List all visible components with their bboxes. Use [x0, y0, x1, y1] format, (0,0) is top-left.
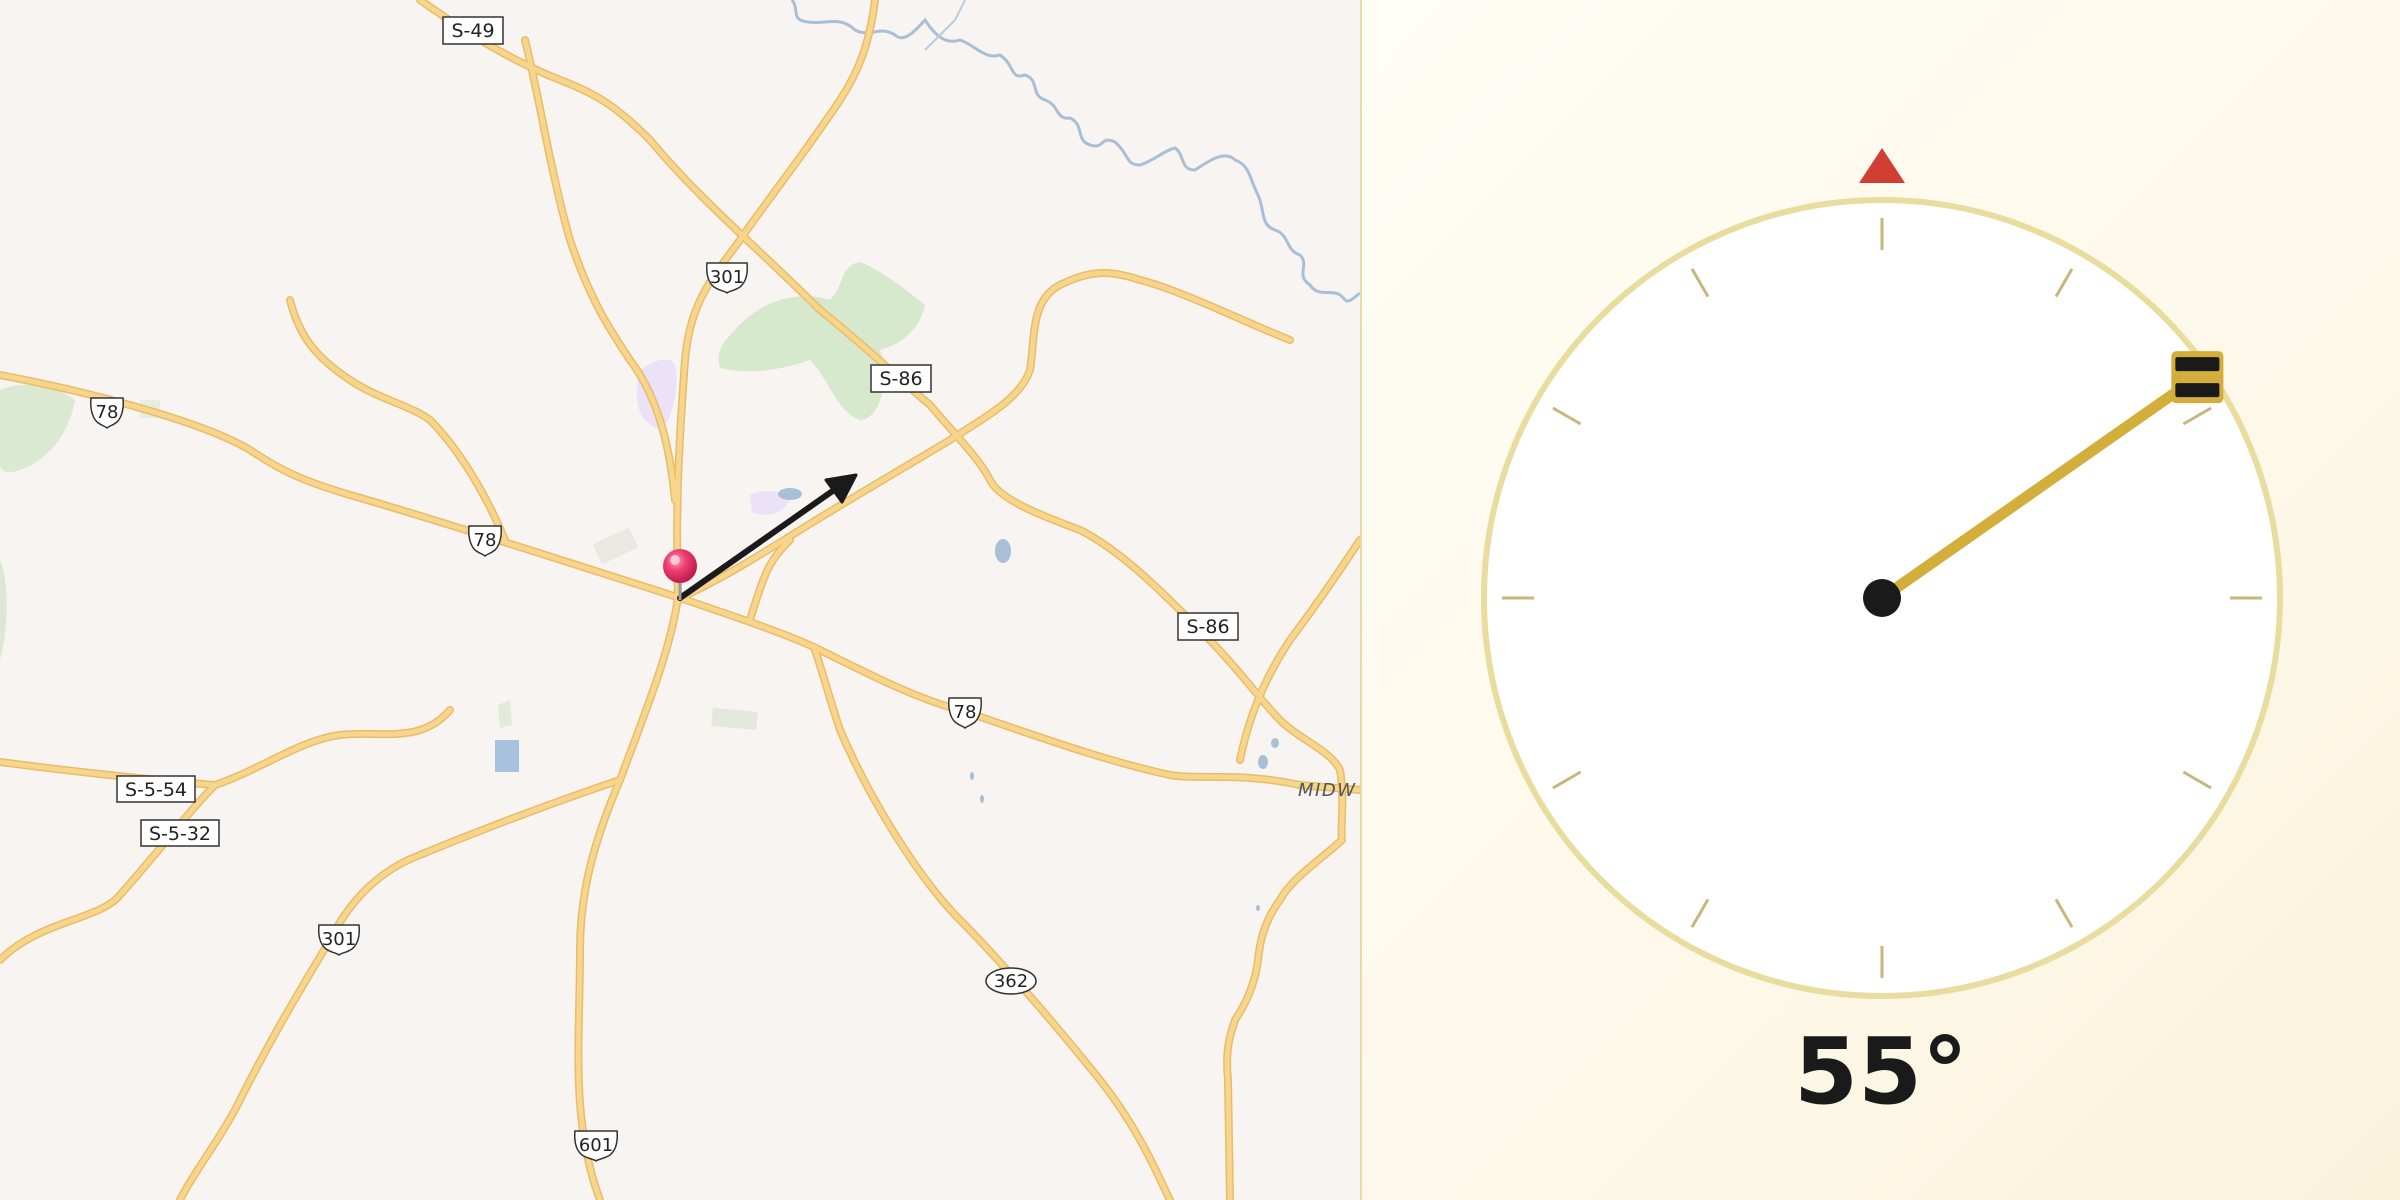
- route-label-text: S-49: [451, 20, 494, 42]
- route-label-text: 78: [954, 702, 977, 723]
- water-features: [778, 488, 1279, 911]
- route-label-text: 78: [96, 402, 119, 423]
- north-triangle-icon: [1859, 148, 1905, 183]
- building-area: [711, 708, 758, 730]
- route-label-text: 301: [322, 929, 356, 950]
- pond: [980, 795, 984, 803]
- stream: [924, 0, 966, 51]
- building-area: [592, 527, 639, 565]
- river: [790, 0, 1360, 303]
- route-labels: S-49 S-86 S-86 S-5-54 S-5-32 301 78 78 7…: [90, 16, 1357, 1163]
- pond: [1258, 755, 1268, 769]
- pond: [970, 772, 974, 780]
- building-area: [495, 740, 519, 772]
- route-label-text: 362: [994, 971, 1028, 992]
- route-label-text: 601: [579, 1135, 613, 1156]
- route-label-s-5-54[interactable]: S-5-54: [116, 775, 196, 803]
- route-label-us-601[interactable]: 601: [574, 1130, 618, 1163]
- route-label-text: S-86: [1186, 616, 1229, 638]
- route-label-us-301-north[interactable]: 301: [706, 262, 748, 295]
- place-label: MIDW: [1298, 780, 1357, 801]
- compass-panel: 55°: [1362, 0, 2400, 1200]
- route-label-s-86-lower[interactable]: S-86: [1177, 612, 1239, 641]
- map-view[interactable]: S-49 S-86 S-86 S-5-54 S-5-32 301 78 78 7…: [0, 0, 1360, 1200]
- pond: [995, 539, 1011, 563]
- route-label-us-78-center[interactable]: 78: [468, 525, 502, 558]
- route-label-us-78-east[interactable]: 78: [948, 697, 982, 730]
- route-label-s-5-32[interactable]: S-5-32: [140, 819, 220, 847]
- pond: [1256, 905, 1260, 911]
- route-label-text: 78: [474, 530, 497, 551]
- map-canvas[interactable]: S-49 S-86 S-86 S-5-54 S-5-32 301 78 78 7…: [0, 0, 1360, 1200]
- route-label-sc-362[interactable]: 362: [985, 967, 1037, 995]
- route-label-text: S-5-32: [149, 823, 211, 845]
- route-label-s-86-upper[interactable]: S-86: [870, 364, 932, 393]
- park-area: [718, 262, 925, 420]
- pond: [778, 488, 802, 500]
- building-area: [498, 700, 512, 728]
- needle-handle-icon[interactable]: [2171, 351, 2224, 404]
- route-label-us-78-west[interactable]: 78: [90, 397, 124, 430]
- route-label-text: S-86: [879, 368, 922, 390]
- compass-center: [1863, 579, 1901, 617]
- pond: [1271, 738, 1279, 748]
- park-area: [0, 384, 75, 473]
- route-label-s-49[interactable]: S-49: [442, 16, 504, 45]
- heading-readout: 55°: [1793, 1018, 1969, 1125]
- landuse-areas: [0, 262, 925, 772]
- route-label-text: S-5-54: [125, 779, 187, 801]
- park-area: [0, 560, 7, 660]
- route-label-text: 301: [710, 267, 744, 288]
